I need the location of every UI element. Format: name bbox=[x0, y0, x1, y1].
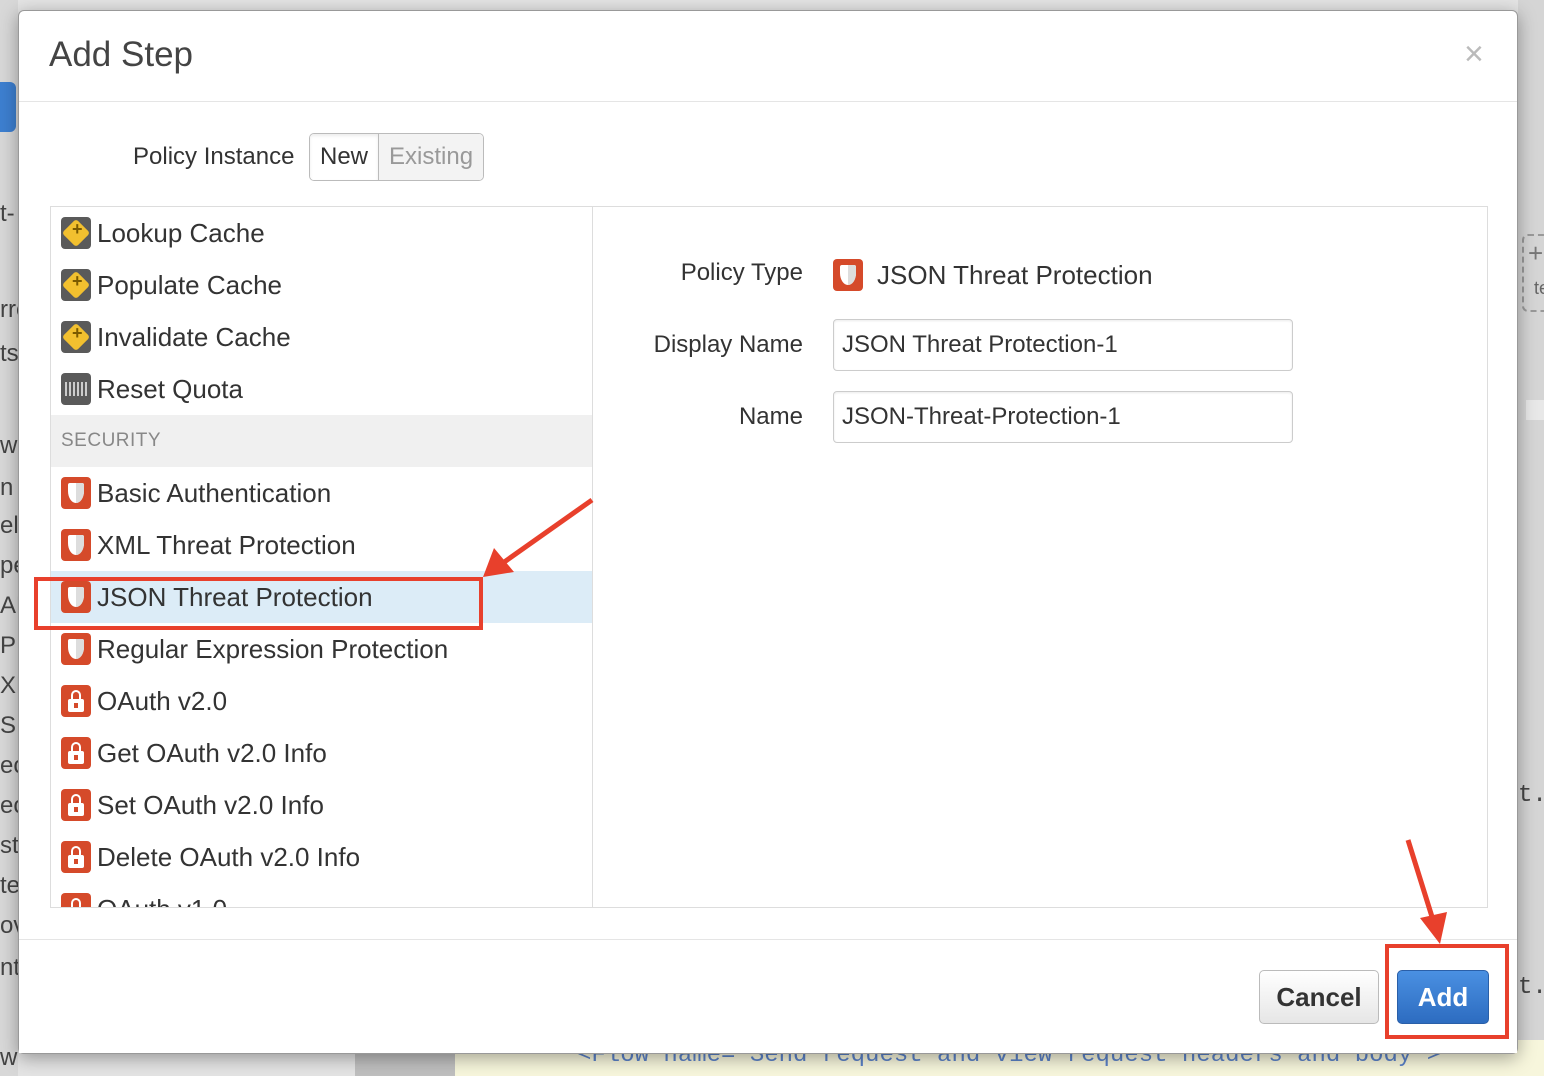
policy-item-label: Invalidate Cache bbox=[97, 321, 291, 352]
policy-item-basic-authentication[interactable]: Basic Authentication bbox=[51, 467, 592, 519]
lock-icon bbox=[61, 685, 91, 717]
background-add-step-icon: + bbox=[1522, 234, 1544, 312]
policy-item-lookup-cache[interactable]: Lookup Cache bbox=[51, 207, 592, 259]
shield-icon bbox=[833, 259, 863, 291]
policy-instance-toggle: New Existing bbox=[309, 133, 485, 181]
dialog-title: Add Step bbox=[49, 35, 193, 74]
policy-panels: Lookup Cache Populate Cache Invalidate C… bbox=[50, 206, 1488, 908]
background-flow-arrow bbox=[1526, 385, 1544, 435]
policy-item-invalidate-cache[interactable]: Invalidate Cache bbox=[51, 311, 592, 363]
policy-item-label: JSON Threat Protection bbox=[97, 581, 373, 612]
policy-item-label: Get OAuth v2.0 Info bbox=[97, 737, 327, 768]
dialog-header: Add Step × bbox=[19, 11, 1517, 102]
lock-icon bbox=[61, 893, 91, 907]
policy-details-panel: Policy Type JSON Threat Protection Displ… bbox=[593, 207, 1487, 907]
add-step-dialog: Add Step × Policy Instance New Existing … bbox=[18, 10, 1518, 1054]
policy-item-label: Populate Cache bbox=[97, 269, 283, 300]
cache-icon bbox=[61, 321, 91, 353]
background-button bbox=[0, 82, 16, 132]
display-name-label: Display Name bbox=[653, 331, 803, 358]
policy-item-set-oauth-v2-info[interactable]: Set OAuth v2.0 Info bbox=[51, 779, 592, 831]
policy-item-delete-oauth-v2-info[interactable]: Delete OAuth v2.0 Info bbox=[51, 831, 592, 883]
lock-icon bbox=[61, 737, 91, 769]
policy-item-json-threat-protection[interactable]: JSON Threat Protection bbox=[51, 571, 592, 623]
policy-item-oauth-v1[interactable]: OAuth v1.0 bbox=[51, 883, 592, 907]
policy-type-value: JSON Threat Protection bbox=[833, 259, 1153, 291]
policy-list-panel[interactable]: Lookup Cache Populate Cache Invalidate C… bbox=[51, 207, 593, 907]
shield-icon bbox=[61, 581, 91, 613]
name-input[interactable] bbox=[833, 391, 1293, 443]
lock-icon bbox=[61, 789, 91, 821]
policy-item-label: XML Threat Protection bbox=[97, 529, 356, 560]
shield-icon bbox=[61, 477, 91, 509]
cache-icon bbox=[61, 269, 91, 301]
cache-icon bbox=[61, 217, 91, 249]
policy-item-xml-threat-protection[interactable]: XML Threat Protection bbox=[51, 519, 592, 571]
policy-item-oauth-v2[interactable]: OAuth v2.0 bbox=[51, 675, 592, 727]
cancel-button[interactable]: Cancel bbox=[1259, 970, 1379, 1024]
policy-item-label: Basic Authentication bbox=[97, 477, 332, 508]
quota-icon bbox=[61, 373, 91, 405]
policy-item-label: Regular Expression Protection bbox=[97, 633, 449, 664]
policy-item-reset-quota[interactable]: Reset Quota bbox=[51, 363, 592, 415]
shield-icon bbox=[61, 633, 91, 665]
policy-item-get-oauth-v2-info[interactable]: Get OAuth v2.0 Info bbox=[51, 727, 592, 779]
policy-instance-new-button[interactable]: New bbox=[310, 134, 380, 180]
add-button[interactable]: Add bbox=[1397, 970, 1489, 1024]
policy-instance-existing-button[interactable]: Existing bbox=[379, 134, 484, 180]
policy-item-label: OAuth v2.0 bbox=[97, 685, 228, 716]
policy-list: Lookup Cache Populate Cache Invalidate C… bbox=[51, 207, 592, 907]
background-left-pane: t- rre ts w n p elp pe AP P XN S ec ec s… bbox=[0, 0, 18, 1076]
display-name-input[interactable] bbox=[833, 319, 1293, 371]
policy-item-label: OAuth v1.0 bbox=[97, 894, 227, 908]
policy-item-label: Set OAuth v2.0 Info bbox=[97, 789, 324, 820]
policy-item-label: Delete OAuth v2.0 Info bbox=[97, 841, 361, 872]
policy-instance-label: Policy Instance bbox=[133, 143, 295, 170]
lock-icon bbox=[61, 841, 91, 873]
background-right-pane: + tep t. t. bbox=[1518, 0, 1544, 1076]
policy-item-label: Lookup Cache bbox=[97, 217, 265, 248]
close-icon[interactable]: × bbox=[1464, 37, 1484, 71]
policy-type-text: JSON Threat Protection bbox=[877, 259, 1153, 290]
policy-item-populate-cache[interactable]: Populate Cache bbox=[51, 259, 592, 311]
name-label: Name bbox=[738, 403, 803, 430]
shield-icon bbox=[61, 529, 91, 561]
policy-item-regular-expression-protection[interactable]: Regular Expression Protection bbox=[51, 623, 592, 675]
dialog-footer: Cancel Add bbox=[19, 939, 1517, 1053]
policy-item-label: Reset Quota bbox=[97, 373, 243, 404]
policy-type-label: Policy Type bbox=[680, 259, 803, 286]
section-header-security: SECURITY bbox=[51, 415, 592, 467]
